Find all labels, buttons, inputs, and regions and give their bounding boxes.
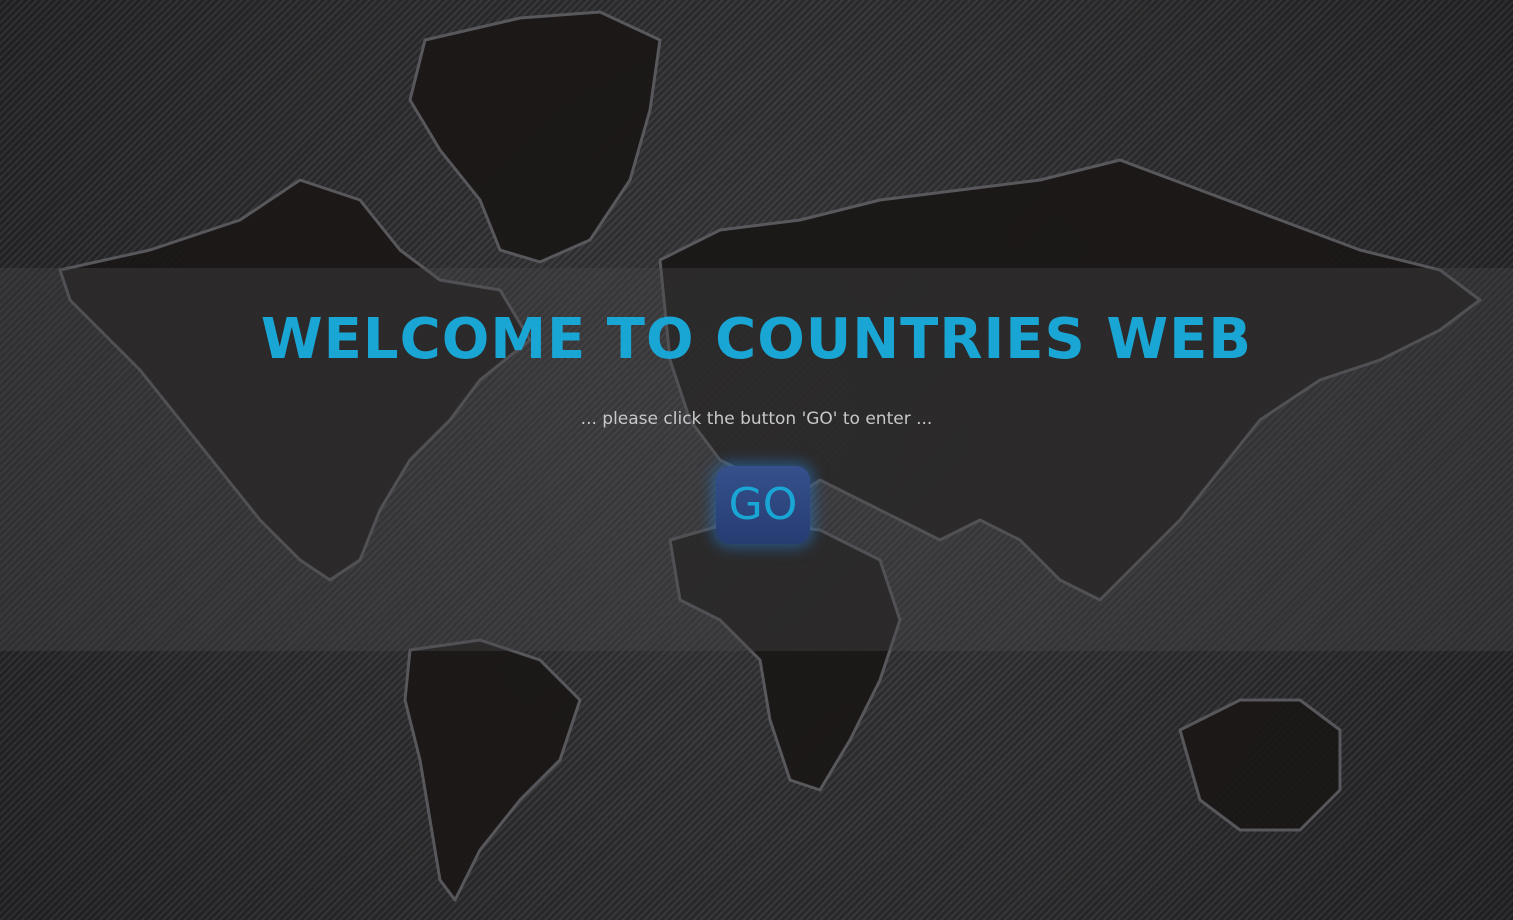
australia-shape xyxy=(1178,698,1342,832)
page-title: WELCOME TO COUNTRIES WEB xyxy=(260,307,1253,372)
south-america-shape xyxy=(403,638,582,902)
enter-instruction: ... please click the button 'GO' to ente… xyxy=(580,409,933,429)
greenland-shape xyxy=(408,10,662,264)
go-button[interactable]: GO xyxy=(716,466,810,544)
